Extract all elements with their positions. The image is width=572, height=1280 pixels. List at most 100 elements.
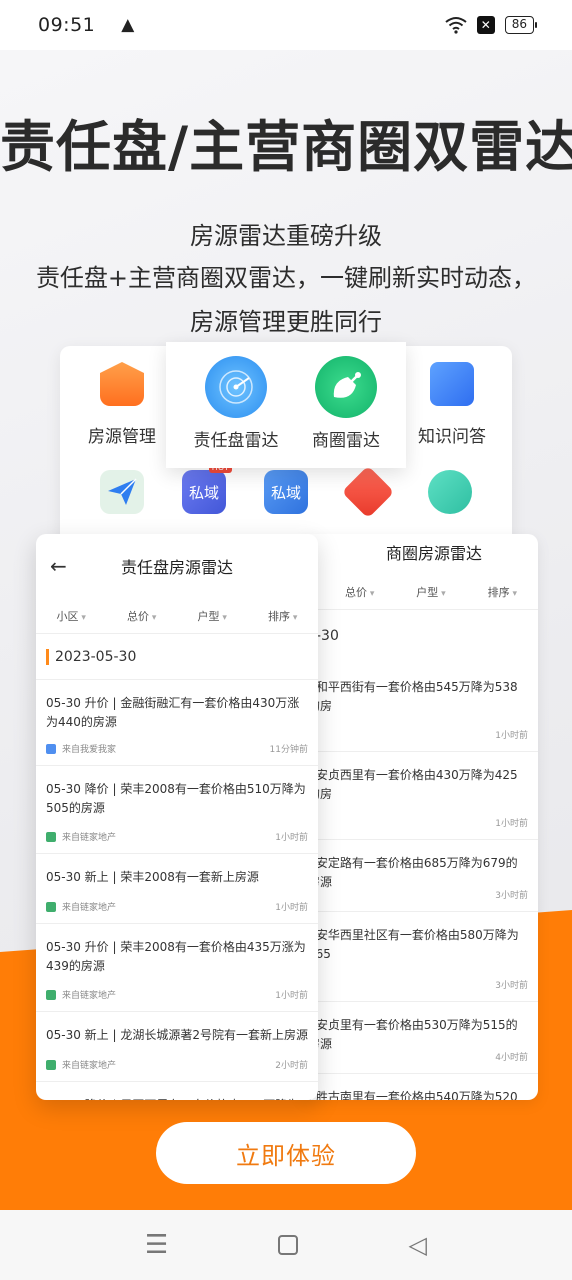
record-time: 2小时前 — [275, 1061, 308, 1071]
record-text: 05-30 新上 | 荣丰2008有一套新上房源 — [46, 870, 259, 884]
source-logo-icon — [46, 743, 56, 754]
filter-sort[interactable]: 排序 — [488, 584, 517, 600]
paper-plane-item[interactable] — [98, 470, 146, 514]
private-domain-label-1: 私域 — [188, 483, 219, 502]
filter-total-price[interactable]: 总价 — [127, 608, 156, 624]
record-text: | 胜古南里有一套价格由540万降为520的房 — [308, 1090, 518, 1100]
filter-total-price[interactable]: 总价 — [345, 584, 374, 600]
record-source: 来自我爱我家 — [46, 742, 116, 755]
filter-community[interactable]: 小区 — [57, 608, 86, 624]
paper-plane-icon — [100, 470, 144, 514]
bot-item[interactable] — [426, 470, 474, 514]
private-domain-hot-icon: 私域 HOT — [182, 462, 232, 514]
business-radar-item[interactable]: 商圈雷达 — [296, 356, 396, 451]
record-time: 11分钟前 — [269, 745, 308, 755]
business-radar-list: | 和平西街有一套价格由545万降为538的房产1小时前| 安贞西里有一套价格由… — [300, 664, 538, 1100]
record-text: | 安华西里社区有一套价格由580万降为565 — [308, 928, 519, 961]
bot-icon — [428, 470, 472, 514]
responsibility-radar-list: 05-30 升价 | 金融街融汇有一套价格由430万涨为440的房源来自我爱我家… — [36, 680, 318, 1100]
knowledge-qa-label: 知识问答 — [418, 427, 486, 447]
list-item[interactable]: 05-30 降价 | 果园西里有一套价格由183万降为180的房源 — [36, 1082, 318, 1100]
back-icon[interactable]: ◁ — [408, 1231, 426, 1259]
record-source-text: 来自链家地产 — [62, 991, 117, 1001]
page-title: 责任盘/主营商圈双雷达 — [0, 115, 572, 179]
system-nav-bar: ☰ ◁ — [0, 1210, 572, 1280]
source-logo-icon — [46, 1059, 56, 1070]
no-sim-icon: ✕ — [476, 16, 495, 34]
private-domain-item[interactable]: 私域 — [262, 470, 310, 514]
business-radar-filters: 总价 户型 排序 — [300, 574, 538, 610]
private-domain-icon: 私域 — [264, 470, 308, 514]
record-source-text: 来自链家地产 — [62, 903, 117, 913]
warning-icon: ▲ — [121, 15, 135, 35]
subtitle-line-1: 房源雷达重磅升级 — [190, 222, 382, 250]
responsibility-radar-label: 责任盘雷达 — [193, 431, 279, 451]
radar-card: 责任盘雷达 商圈雷达 — [166, 342, 406, 468]
list-item[interactable]: 05-30 升价 | 金融街融汇有一套价格由430万涨为440的房源来自我爱我家… — [36, 680, 318, 766]
record-source: 来自链家地产 — [46, 988, 116, 1001]
list-item[interactable]: 05-30 新上 | 龙湖长城源著2号院有一套新上房源来自链家地产 2小时前 — [36, 1012, 318, 1082]
house-management-item[interactable]: 房源管理 — [82, 362, 162, 447]
list-item[interactable]: | 安贞西里有一套价格由430万降为425的房产1小时前 — [300, 752, 538, 840]
radar-icon — [205, 356, 267, 418]
tag-item[interactable] — [341, 465, 395, 519]
private-domain-hot-item[interactable]: 私域 HOT — [180, 462, 232, 514]
status-bar: 09:51 ▲ ✕ 86 — [0, 0, 572, 50]
record-text: 05-30 升价 | 金融街融汇有一套价格由430万涨为440的房源 — [46, 696, 300, 729]
record-source-text: 来自链家地产 — [62, 1061, 117, 1071]
menu-icon[interactable]: ☰ — [145, 1230, 168, 1260]
list-item[interactable]: | 和平西街有一套价格由545万降为538的房产1小时前 — [300, 664, 538, 752]
list-item[interactable]: | 安贞里有一套价格由530万降为515的房源产4小时前 — [300, 1002, 538, 1074]
record-text: 05-30 新上 | 龙湖长城源著2号院有一套新上房源 — [46, 1028, 308, 1042]
record-source: 来自链家地产 — [46, 900, 116, 913]
responsibility-radar-title: 责任盘房源雷达 — [120, 558, 233, 577]
business-radar-label: 商圈雷达 — [312, 431, 380, 451]
record-time: 1小时前 — [275, 903, 308, 913]
chat-icon — [430, 362, 474, 406]
list-item[interactable]: 05-30 新上 | 荣丰2008有一套新上房源来自链家地产 1小时前 — [36, 854, 318, 924]
record-source: 来自链家地产 — [46, 830, 116, 843]
home-icon[interactable] — [278, 1235, 299, 1255]
subtitle-line-2: 责任盘+主营商圈双雷达，一键刷新实时动态， — [35, 264, 537, 292]
record-time: 1小时前 — [495, 731, 528, 741]
source-logo-icon — [46, 989, 56, 1000]
list-item[interactable]: | 安定路有一套价格由685万降为679的房源产3小时前 — [300, 840, 538, 912]
tag-icon — [341, 465, 395, 519]
record-time: 1小时前 — [275, 833, 308, 843]
status-time: 09:51 — [38, 14, 96, 36]
business-radar-title: 商圈房源雷达 — [385, 544, 482, 563]
record-text: | 安贞里有一套价格由530万降为515的房源 — [308, 1018, 518, 1051]
knowledge-qa-item[interactable]: 知识问答 — [412, 362, 492, 447]
list-item[interactable]: 05-30 升价 | 荣丰2008有一套价格由435万涨为439的房源 来自链家地… — [36, 924, 318, 1012]
responsibility-radar-filters: 小区 总价 户型 排序 — [36, 598, 318, 634]
record-text: | 安贞西里有一套价格由430万降为425的房 — [308, 768, 518, 801]
record-text: 05-30 降价 | 果园西里有一套价格由183万降为180的房源 — [46, 1096, 308, 1100]
promo-page: 责任盘/主营商圈双雷达 房源雷达重磅升级 责任盘+主营商圈双雷达，一键刷新实时动… — [0, 50, 572, 1210]
record-time: 3小时前 — [495, 891, 528, 901]
record-time: 4小时前 — [495, 1053, 528, 1063]
list-item[interactable]: 05-30 降价 | 荣丰2008有一套价格由510万降为505的房源 来自链家地… — [36, 766, 318, 854]
list-item[interactable]: | 安华西里社区有一套价格由580万降为565产3小时前 — [300, 912, 538, 1002]
business-radar-phone: 商圈房源雷达 总价 户型 排序 -30 | 和平西街有一套价格由545万降为53… — [300, 534, 538, 1100]
back-arrow-icon[interactable]: ← — [50, 554, 67, 578]
try-now-button[interactable]: 立即体验 — [156, 1122, 416, 1184]
satellite-icon — [315, 356, 377, 418]
wifi-icon — [445, 17, 467, 34]
subtitle-line-3: 房源管理更胜同行 — [190, 308, 382, 336]
filter-sort[interactable]: 排序 — [268, 608, 297, 624]
house-management-label: 房源管理 — [88, 427, 156, 447]
record-source-text: 来自我爱我家 — [62, 745, 117, 755]
date-marker — [46, 648, 49, 665]
source-logo-icon — [46, 831, 56, 842]
house-icon — [100, 362, 144, 406]
record-source: 来自链家地产 — [46, 1058, 116, 1071]
record-time: 1小时前 — [495, 819, 528, 829]
record-time: 3小时前 — [495, 981, 528, 991]
filter-layout[interactable]: 户型 — [198, 608, 227, 624]
record-text: | 安定路有一套价格由685万降为679的房源 — [308, 856, 518, 889]
record-time: 1小时前 — [275, 991, 308, 1001]
source-logo-icon — [46, 901, 56, 912]
responsibility-radar-item[interactable]: 责任盘雷达 — [186, 356, 286, 451]
list-item[interactable]: | 胜古南里有一套价格由540万降为520的房 — [300, 1074, 538, 1100]
filter-layout[interactable]: 户型 — [416, 584, 445, 600]
